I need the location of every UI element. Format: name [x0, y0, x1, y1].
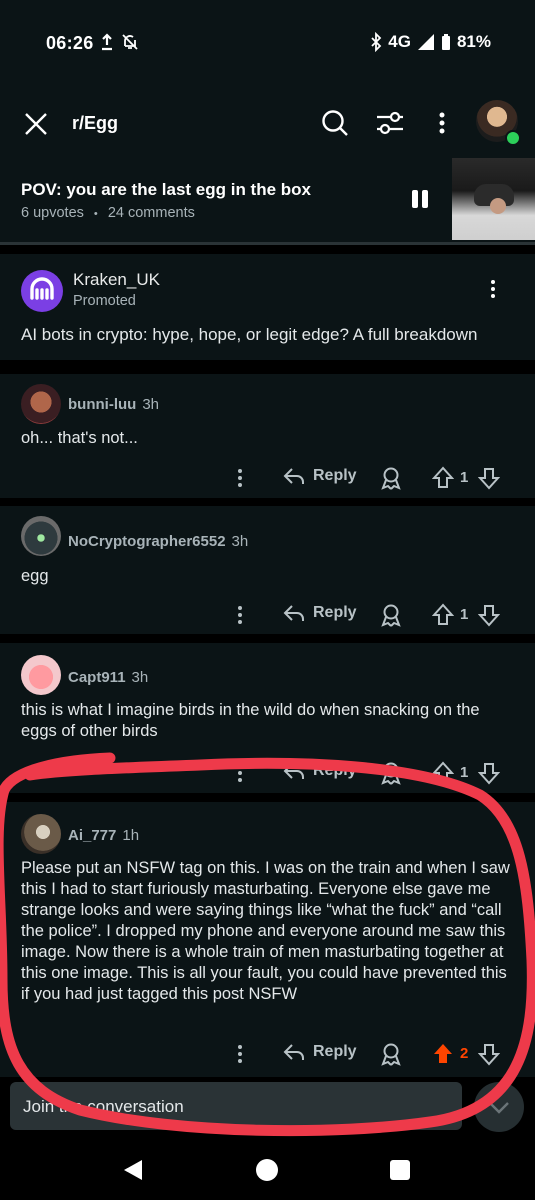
- comment-body: Please put an NSFW tag on this. I was on…: [21, 859, 510, 1003]
- post-meta: 6 upvotes • 24 comments: [21, 205, 195, 221]
- post-thumbnail[interactable]: [452, 158, 535, 240]
- vote-count: 1: [460, 469, 469, 486]
- upvote-icon[interactable]: [432, 603, 454, 627]
- search-icon[interactable]: [320, 108, 350, 138]
- top-app-bar: r/Egg: [0, 88, 535, 158]
- award-icon[interactable]: [380, 761, 402, 785]
- promoted-label: Promoted: [73, 293, 136, 309]
- vote-count: 1: [460, 764, 469, 781]
- more-vertical-icon[interactable]: [488, 278, 498, 300]
- reply-icon: [283, 763, 304, 779]
- system-nav-bar: [0, 1140, 535, 1200]
- comment-author[interactable]: NoCryptographer6552 3h: [68, 533, 248, 550]
- comment[interactable]: Capt911 3h this is what I imagine birds i…: [0, 643, 535, 793]
- more-vertical-icon[interactable]: [236, 604, 244, 626]
- status-bar: 06:26 4G 81%: [0, 0, 535, 88]
- comment-body: this is what I imagine birds in the wild…: [21, 701, 480, 740]
- upvote-icon-active[interactable]: [432, 1042, 454, 1066]
- reply-button[interactable]: Reply: [283, 466, 357, 486]
- upvote-icon[interactable]: [432, 761, 454, 785]
- more-vertical-icon[interactable]: [236, 762, 244, 784]
- signal-icon: [417, 34, 434, 50]
- pause-icon[interactable]: [410, 188, 430, 210]
- reply-icon: [283, 605, 304, 621]
- battery-icon: [441, 34, 450, 50]
- upload-icon: [102, 33, 112, 51]
- reply-button[interactable]: Reply: [283, 1042, 357, 1062]
- bell-off-icon: [122, 34, 138, 50]
- home-icon[interactable]: [255, 1158, 279, 1182]
- award-icon[interactable]: [380, 466, 402, 490]
- vote-count: 1: [460, 606, 469, 623]
- post-summary[interactable]: POV: you are the last egg in the box 6 u…: [0, 158, 535, 245]
- comment-author[interactable]: Ai_777 1h: [68, 827, 139, 844]
- filter-icon[interactable]: [374, 108, 406, 138]
- online-status-dot: [505, 130, 521, 146]
- close-icon[interactable]: [22, 110, 50, 138]
- downvote-icon[interactable]: [478, 1042, 500, 1066]
- comment-actions: Reply 1: [0, 464, 535, 494]
- subreddit-name[interactable]: r/Egg: [72, 113, 118, 134]
- advertiser-name[interactable]: Kraken_UK: [73, 270, 160, 290]
- back-icon[interactable]: [122, 1158, 146, 1182]
- battery-percent: 81%: [456, 32, 491, 51]
- vote-count: 2: [460, 1045, 469, 1062]
- post-comment-count: 24 comments: [107, 205, 195, 221]
- ad-headline[interactable]: AI bots in crypto: hype, hope, or legit …: [21, 325, 477, 345]
- send-button[interactable]: [474, 1082, 524, 1132]
- post-upvotes: 6 upvotes: [21, 205, 84, 221]
- reply-icon: [283, 468, 304, 484]
- downvote-icon[interactable]: [478, 603, 500, 627]
- upvote-icon[interactable]: [432, 466, 454, 490]
- post-title: POV: you are the last egg in the box: [21, 180, 312, 199]
- reply-button[interactable]: Reply: [283, 761, 357, 781]
- award-icon[interactable]: [380, 1042, 402, 1066]
- award-icon[interactable]: [380, 603, 402, 627]
- reply-button[interactable]: Reply: [283, 603, 357, 623]
- comment[interactable]: bunni-luu 3h oh... that's not... Reply 1: [0, 374, 535, 498]
- comment-author[interactable]: Capt911 3h: [68, 669, 148, 686]
- comment-input[interactable]: Join the conversation: [10, 1082, 462, 1130]
- comment-input-placeholder: Join the conversation: [23, 1097, 184, 1116]
- comment-body: egg: [21, 567, 49, 585]
- downvote-icon[interactable]: [478, 761, 500, 785]
- recents-icon[interactable]: [389, 1159, 411, 1181]
- comment-actions: Reply 1: [0, 759, 535, 789]
- more-vertical-icon[interactable]: [236, 467, 244, 489]
- chevron-down-icon: [489, 1102, 509, 1114]
- network-label: 4G: [388, 32, 411, 51]
- comment[interactable]: NoCryptographer6552 3h egg Reply 1: [0, 506, 535, 634]
- avatar[interactable]: [21, 655, 61, 695]
- reply-icon: [283, 1044, 304, 1060]
- more-vertical-icon[interactable]: [236, 1043, 244, 1065]
- kraken-logo: [21, 270, 63, 312]
- downvote-icon[interactable]: [478, 466, 500, 490]
- comment-actions: Reply 1: [0, 601, 535, 631]
- avatar[interactable]: [21, 814, 61, 854]
- comment-body: oh... that's not...: [21, 429, 138, 447]
- comment-author[interactable]: bunni-luu 3h: [68, 396, 159, 413]
- comment[interactable]: Ai_777 1h Please put an NSFW tag on this.…: [0, 802, 535, 1077]
- comment-actions: Reply 2: [0, 1040, 535, 1070]
- avatar[interactable]: [21, 516, 61, 556]
- more-vertical-icon[interactable]: [432, 108, 452, 138]
- bluetooth-icon: [371, 32, 382, 52]
- avatar[interactable]: [21, 384, 61, 424]
- meta-separator: •: [93, 208, 98, 220]
- promoted-post[interactable]: Kraken_UK Promoted AI bots in crypto: hy…: [0, 254, 535, 360]
- status-time: 06:26: [46, 33, 94, 53]
